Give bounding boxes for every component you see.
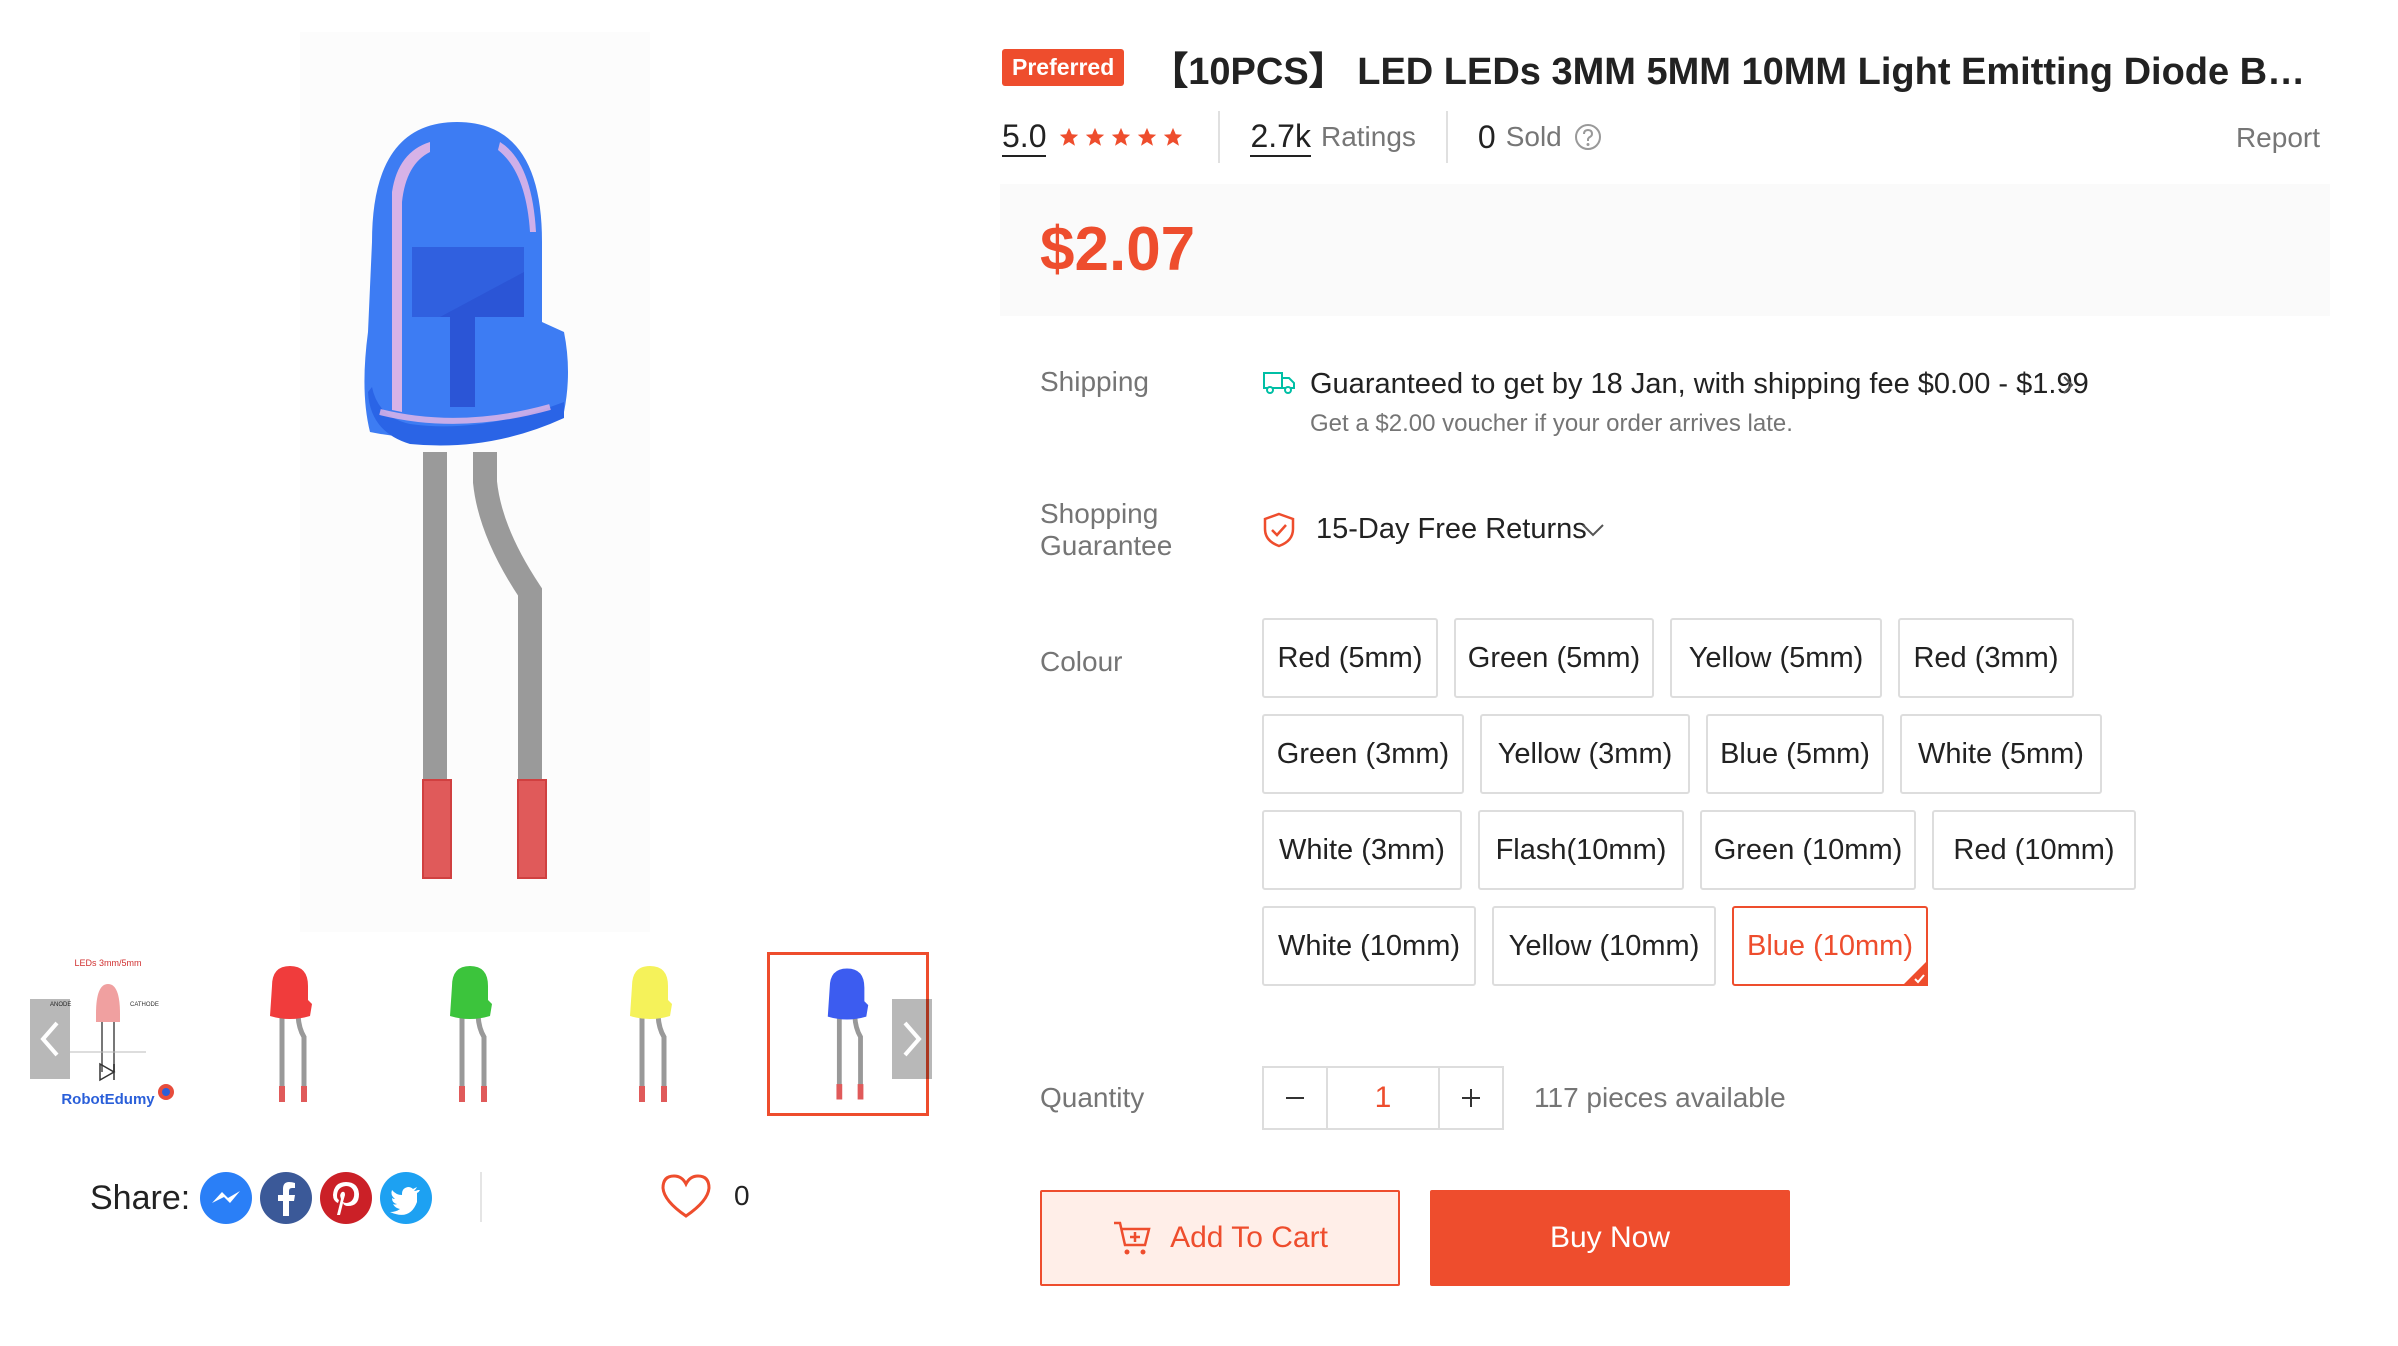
colour-option-blue-10mm[interactable]: Blue (10mm) [1732,906,1928,986]
chevron-left-icon [40,1021,59,1057]
main-product-image[interactable] [300,32,650,932]
colour-option-white-10mm[interactable]: White (10mm) [1262,906,1476,986]
star-icon [1138,127,1157,146]
ratings-label: Ratings [1320,121,1416,152]
colour-row: White (10mm) Yellow (10mm) Blue (10mm) [1262,906,2262,986]
blue-led-image [300,32,650,932]
thumbnail-red-led[interactable] [210,952,372,1116]
thumbnail-green-led[interactable] [390,952,552,1116]
thumbnail-strip: LEDs 3mm/5mm ANODE CATHODE RobotEdumy [30,952,932,1116]
yellow-led-icon [630,966,672,1102]
colour-row: Red (5mm) Green (5mm) Yellow (5mm) Red (… [1262,618,2262,698]
product-price: $2.07 [1040,215,1196,284]
red-led-icon [270,966,312,1102]
colour-option-white-3mm[interactable]: White (3mm) [1262,810,1462,890]
add-to-cart-button[interactable]: Add To Cart [1040,1190,1400,1286]
colour-option-red-10mm[interactable]: Red (10mm) [1932,810,2136,890]
stock-available: 117 pieces available [1534,1082,1786,1113]
colour-option-green-3mm[interactable]: Green (3mm) [1262,714,1464,794]
quantity-input[interactable]: 1 [1328,1066,1438,1130]
messenger-icon[interactable] [200,1172,253,1224]
rating-value[interactable]: 5.0 [1002,117,1047,157]
svg-text:LEDs 3mm/5mm: LEDs 3mm/5mm [74,958,141,968]
colour-option-flash-10mm[interactable]: Flash(10mm) [1478,810,1684,890]
cart-plus-icon [1114,1221,1151,1255]
minus-icon [1286,1097,1304,1099]
green-led-icon [450,966,492,1102]
report-link[interactable]: Report [2236,122,2320,154]
guarantee-label: Shopping Guarantee [1040,498,1172,562]
colour-label: Colour [1040,646,1123,677]
shipping-estimate[interactable]: Guaranteed to get by 18 Jan, with shippi… [1310,368,2089,401]
price-section: $2.07 [1000,184,2330,316]
quantity-stepper: 1 117 pieces available [1262,1066,1786,1130]
svg-text:RobotEdumy: RobotEdumy [61,1091,155,1108]
colour-option-green-10mm[interactable]: Green (10mm) [1700,810,1916,890]
star-icon [1060,127,1079,146]
plus-icon [1462,1089,1480,1107]
colour-row: Green (3mm) Yellow (3mm) Blue (5mm) Whit… [1262,714,2262,794]
ratings-count[interactable]: 2.7k [1250,117,1311,157]
sold-label: Sold [1505,121,1562,152]
truck-icon [1263,372,1295,394]
chevron-down-icon[interactable] [1580,520,1606,540]
product-title: 【10PCS】 LED LEDs 3MM 5MM 10MM Light Emit… [1150,51,2311,93]
colour-option-yellow-3mm[interactable]: Yellow (3mm) [1480,714,1690,794]
share-label: Share: [90,1178,191,1217]
colour-options: Red (5mm) Green (5mm) Yellow (5mm) Red (… [1262,618,2262,1002]
guarantee-text[interactable]: 15-Day Free Returns [1316,513,1587,546]
colour-option-red-3mm[interactable]: Red (3mm) [1898,618,2074,698]
colour-option-yellow-10mm[interactable]: Yellow (10mm) [1492,906,1716,986]
shield-check-icon [1263,512,1295,548]
colour-option-white-5mm[interactable]: White (5mm) [1900,714,2102,794]
colour-option-blue-5mm[interactable]: Blue (5mm) [1706,714,1884,794]
add-to-cart-label: Add To Cart [1170,1221,1328,1254]
quantity-label: Quantity [1040,1082,1145,1113]
selected-check-icon [1902,960,1928,986]
shipping-voucher-note: Get a $2.00 voucher if your order arrive… [1310,410,1793,437]
star-icon [1112,127,1131,146]
star-icon [1164,127,1183,146]
guarantee-label-line1: Shopping [1040,498,1159,529]
thumbnail-next-button[interactable] [892,999,932,1079]
preferred-badge: Preferred [1002,49,1125,86]
product-gallery: LEDs 3mm/5mm ANODE CATHODE RobotEdumy Sh… [0,0,960,1346]
title-row: Preferred 【10PCS】 LED LEDs 3MM 5MM 10MM … [1002,40,2332,95]
heart-icon [661,1174,711,1218]
facebook-icon[interactable] [260,1172,313,1224]
rating-stars [1058,126,1188,148]
buy-now-button[interactable]: Buy Now [1430,1190,1790,1286]
stats-divider [1445,111,1448,163]
favorite-button[interactable]: 0 [660,1168,750,1224]
share-divider [480,1172,482,1222]
colour-option-yellow-5mm[interactable]: Yellow (5mm) [1670,618,1882,698]
thumbnail-yellow-led[interactable] [570,952,732,1116]
chevron-right-icon [903,1021,922,1057]
star-icon [1086,127,1105,146]
thumbnail-prev-button[interactable] [30,999,70,1079]
decrease-quantity-button[interactable] [1262,1066,1328,1130]
svg-text:CATHODE: CATHODE [130,1002,159,1008]
sold-count: 0 [1477,118,1496,155]
product-stats: 5.0 2.7k Ratings 0 Sold Report [1002,110,2332,164]
colour-option-green-5mm[interactable]: Green (5mm) [1454,618,1654,698]
pinterest-icon[interactable] [320,1172,373,1224]
chevron-right-icon[interactable] [2060,372,2076,398]
stats-divider [1218,111,1221,163]
buy-now-label: Buy Now [1549,1221,1671,1254]
increase-quantity-button[interactable] [1438,1066,1504,1130]
guarantee-label-line2: Guarantee [1040,530,1173,561]
help-icon[interactable] [1574,123,1602,151]
share-bar: Share: [90,1170,440,1226]
twitter-icon[interactable] [380,1172,433,1224]
colour-row: White (3mm) Flash(10mm) Green (10mm) Red… [1262,810,2262,890]
colour-option-label: Blue (10mm) [1747,929,1913,962]
product-info: Preferred 【10PCS】 LED LEDs 3MM 5MM 10MM … [1000,0,2330,1346]
shipping-label: Shipping [1040,366,1149,397]
favorite-count: 0 [734,1180,750,1211]
colour-option-red-5mm[interactable]: Red (5mm) [1262,618,1438,698]
